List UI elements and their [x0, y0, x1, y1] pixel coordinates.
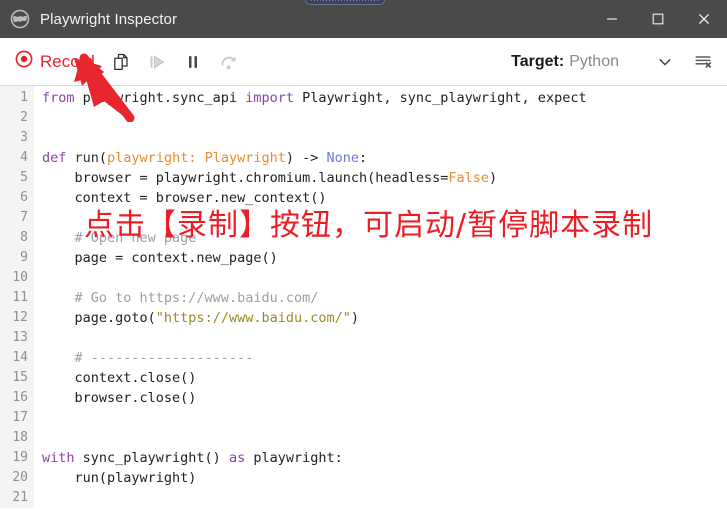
line-number: 11: [12, 290, 28, 305]
line-number: 4: [20, 150, 28, 165]
code-text: browser.close(): [42, 390, 197, 406]
code-text: # --------------------: [42, 350, 254, 366]
playwright-inspector-window: Playwright Inspector Record Target: Pyth…: [0, 0, 727, 509]
pause-icon[interactable]: [175, 44, 211, 80]
code-line[interactable]: 2: [0, 108, 727, 128]
line-number: 2: [20, 110, 28, 125]
line-number: 10: [12, 270, 28, 285]
close-button[interactable]: [681, 0, 727, 38]
code-line[interactable]: 20 run(playwright): [0, 468, 727, 488]
record-button[interactable]: Record: [10, 46, 103, 77]
target-label: Target:: [511, 52, 565, 70]
minimize-button[interactable]: [589, 0, 635, 38]
line-number: 17: [12, 410, 28, 425]
drag-nub-stripes: [311, 0, 379, 1]
code-line[interactable]: 14 # --------------------: [0, 348, 727, 368]
inspector-toolbar: Record Target: Python: [0, 38, 727, 86]
code-text: context.close(): [42, 370, 197, 386]
code-text: with sync_playwright() as playwright:: [42, 450, 343, 466]
resume-play-icon[interactable]: [139, 44, 175, 80]
code-line[interactable]: 8 # Open new page: [0, 228, 727, 248]
code-text: run(playwright): [42, 470, 197, 486]
code-line[interactable]: 6 context = browser.new_context(): [0, 188, 727, 208]
record-circle-icon: [14, 49, 34, 74]
code-line[interactable]: 18: [0, 428, 727, 448]
line-number: 21: [12, 490, 28, 505]
line-number: 15: [12, 370, 28, 385]
code-line[interactable]: 21: [0, 488, 727, 508]
code-line[interactable]: 15 context.close(): [0, 368, 727, 388]
line-number: 18: [12, 430, 28, 445]
line-number: 3: [20, 130, 28, 145]
code-line[interactable]: 11 # Go to https://www.baidu.com/: [0, 288, 727, 308]
code-text: context = browser.new_context(): [42, 190, 327, 206]
code-line[interactable]: 7: [0, 208, 727, 228]
code-line[interactable]: 9 page = context.new_page(): [0, 248, 727, 268]
window-drag-nub[interactable]: [305, 0, 385, 5]
code-lines: 1 from playwright.sync_api import Playwri…: [0, 86, 727, 508]
code-line[interactable]: 19 with sync_playwright() as playwright:: [0, 448, 727, 468]
maximize-button[interactable]: [635, 0, 681, 38]
title-bar: Playwright Inspector: [0, 0, 727, 38]
code-line[interactable]: 16 browser.close(): [0, 388, 727, 408]
line-number: 13: [12, 330, 28, 345]
code-text: browser = playwright.chromium.launch(hea…: [42, 170, 498, 186]
line-number: 16: [12, 390, 28, 405]
code-line[interactable]: 3: [0, 128, 727, 148]
line-number: 19: [12, 450, 28, 465]
line-number: 9: [20, 250, 28, 265]
copy-icon[interactable]: [103, 44, 139, 80]
line-number: 12: [12, 310, 28, 325]
code-text: # Go to https://www.baidu.com/: [42, 290, 319, 306]
line-number: 14: [12, 350, 28, 365]
code-text: page = context.new_page(): [42, 250, 278, 266]
line-number: 8: [20, 230, 28, 245]
code-text: # Open new page: [42, 230, 197, 246]
clear-log-icon[interactable]: [685, 44, 721, 80]
code-line[interactable]: 10: [0, 268, 727, 288]
code-line[interactable]: 1 from playwright.sync_api import Playwri…: [0, 88, 727, 108]
step-over-icon[interactable]: [211, 44, 247, 80]
code-line[interactable]: 5 browser = playwright.chromium.launch(h…: [0, 168, 727, 188]
code-editor[interactable]: 1 from playwright.sync_api import Playwri…: [0, 86, 727, 508]
code-line[interactable]: 4 def run(playwright: Playwright) -> None…: [0, 148, 727, 168]
line-number: 5: [20, 170, 28, 185]
target-language-value[interactable]: Python: [569, 53, 619, 71]
code-line[interactable]: 17: [0, 408, 727, 428]
window-controls: [589, 0, 727, 38]
code-text: page.goto("https://www.baidu.com/"): [42, 310, 360, 326]
code-text: from playwright.sync_api import Playwrig…: [42, 90, 587, 106]
line-number: 1: [20, 90, 28, 105]
line-number: 20: [12, 470, 28, 485]
globe-icon: [10, 9, 30, 29]
code-line[interactable]: 13: [0, 328, 727, 348]
window-title: Playwright Inspector: [40, 10, 178, 28]
line-number: 7: [20, 210, 28, 225]
record-button-label: Record: [40, 51, 95, 71]
code-line[interactable]: 12 page.goto("https://www.baidu.com/"): [0, 308, 727, 328]
line-number: 6: [20, 190, 28, 205]
code-text: def run(playwright: Playwright) -> None:: [42, 150, 368, 166]
chevron-down-icon[interactable]: [645, 44, 685, 80]
